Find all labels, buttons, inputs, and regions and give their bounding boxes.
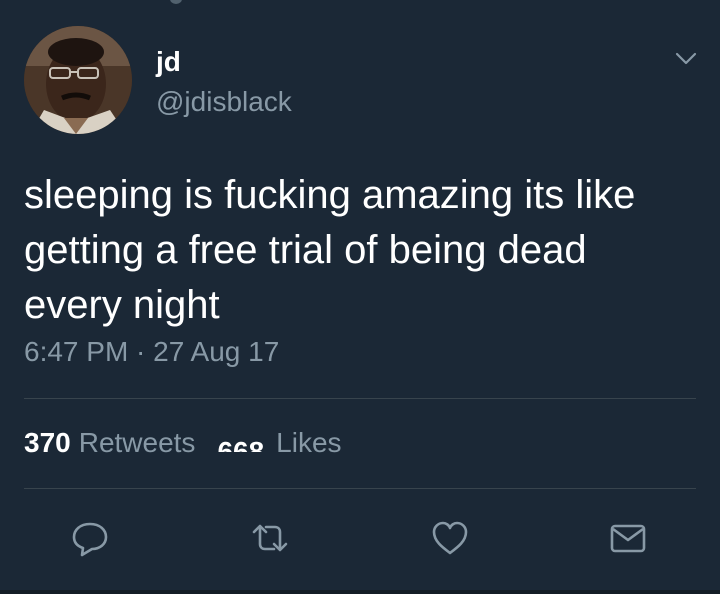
tweet-timestamp[interactable]: 6:47 PM · 27 Aug 17: [24, 336, 279, 368]
retweets-label[interactable]: Retweets: [79, 427, 196, 459]
display-name[interactable]: jd: [156, 46, 181, 78]
heart-icon: [432, 521, 468, 555]
tweet-text: sleeping is fucking amazing its like get…: [24, 173, 636, 327]
reply-button[interactable]: [70, 518, 110, 558]
direct-message-button[interactable]: [608, 518, 648, 558]
like-button[interactable]: [430, 518, 470, 558]
retweet-icon: [252, 524, 288, 552]
retweets-count[interactable]: 370: [24, 427, 71, 459]
avatar-image: [24, 26, 132, 134]
chevron-down-icon[interactable]: [672, 44, 700, 72]
avatar[interactable]: [24, 26, 132, 134]
likes-count[interactable]: 668: [217, 435, 264, 452]
reply-icon: [72, 522, 108, 557]
bottom-border: [0, 590, 720, 594]
divider: [24, 398, 696, 399]
divider: [24, 488, 696, 489]
envelope-icon: [610, 524, 646, 553]
retweet-button[interactable]: [250, 518, 290, 558]
likes-label[interactable]: Likes: [276, 427, 341, 459]
engagement-stats: 370 Retweets 668 Likes: [24, 427, 342, 459]
previous-tweet-remnant: [170, 0, 182, 4]
user-handle[interactable]: @jdisblack: [156, 86, 292, 118]
